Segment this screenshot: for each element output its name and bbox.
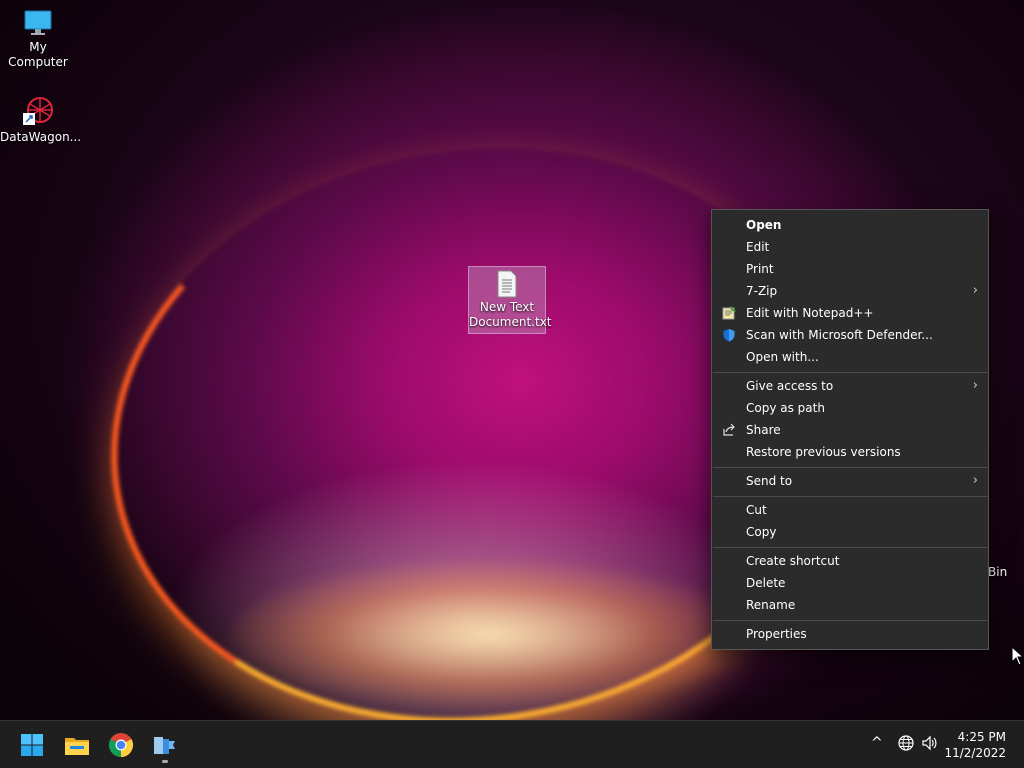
menu-item-edit[interactable]: Edit — [712, 236, 988, 258]
start-icon — [21, 734, 43, 756]
desktop-icon-label-line2: Document.txt — [469, 315, 552, 329]
menu-item-label: Delete — [746, 576, 786, 590]
menu-item-label: Open with... — [746, 350, 819, 364]
menu-item-label: Scan with Microsoft Defender... — [746, 328, 933, 342]
menu-separator — [713, 372, 989, 373]
file-explorer-icon — [65, 738, 89, 755]
menu-item-label: Give access to — [746, 379, 834, 393]
menu-separator — [713, 547, 989, 548]
defender-shield-icon — [723, 329, 735, 342]
start-button[interactable] — [16, 729, 48, 761]
volume-icon[interactable] — [921, 735, 939, 751]
menu-item-create-shortcut[interactable]: Create shortcut — [712, 550, 988, 572]
menu-item-label: Copy — [746, 525, 777, 539]
menu-item-7zip[interactable]: 7-Zip › — [712, 280, 988, 302]
menu-item-label: Share — [746, 423, 781, 437]
menu-item-cut[interactable]: Cut — [712, 499, 988, 521]
chevron-right-icon: › — [972, 283, 978, 298]
recycle-bin-label[interactable]: Bin — [988, 565, 1007, 579]
taskbar-file-explorer[interactable] — [61, 729, 93, 761]
running-indicator — [162, 760, 168, 763]
menu-separator — [713, 620, 989, 621]
menu-item-properties[interactable]: Properties — [712, 623, 988, 645]
text-file-icon — [497, 270, 517, 298]
menu-item-copy-as-path[interactable]: Copy as path — [712, 397, 988, 419]
menu-item-label: Cut — [746, 503, 767, 517]
menu-item-copy[interactable]: Copy — [712, 521, 988, 543]
taskbar-server-manager[interactable] — [149, 729, 181, 763]
menu-item-label: Rename — [746, 598, 796, 612]
menu-item-label: Copy as path — [746, 401, 825, 415]
chevron-right-icon: › — [972, 378, 978, 393]
desktop-icon-new-text-document[interactable]: New Text Document.txt — [468, 266, 552, 334]
menu-item-label: Print — [746, 262, 774, 276]
menu-item-open[interactable]: Open — [712, 214, 988, 236]
share-icon — [723, 423, 735, 436]
menu-item-label: 7-Zip — [746, 284, 778, 298]
monitor-icon — [24, 10, 52, 35]
datawagon-shortcut-icon — [23, 97, 53, 125]
chrome-icon — [108, 733, 134, 757]
desktop-icon-label-line1: New Text — [479, 300, 535, 314]
menu-item-label: Properties — [746, 627, 807, 641]
taskbar-clock[interactable]: 4:25 PM 11/2/2022 — [944, 729, 1006, 761]
menu-item-scan-defender[interactable]: Scan with Microsoft Defender... — [712, 324, 988, 346]
menu-item-label: Restore previous versions — [746, 445, 901, 459]
show-hidden-icons-chevron[interactable]: ^ — [871, 735, 883, 751]
mouse-cursor-icon — [1011, 646, 1024, 666]
menu-item-label: Open — [746, 218, 782, 232]
menu-item-delete[interactable]: Delete — [712, 572, 988, 594]
menu-item-rename[interactable]: Rename — [712, 594, 988, 616]
clock-time: 4:25 PM — [957, 730, 1006, 744]
menu-item-send-to[interactable]: Send to › — [712, 470, 988, 492]
menu-separator — [713, 467, 989, 468]
desktop-icon-datawagon[interactable]: DataWagon... — [0, 96, 82, 145]
taskbar-chrome[interactable] — [105, 729, 137, 761]
menu-item-share[interactable]: Share — [712, 419, 988, 441]
server-manager-icon — [154, 737, 175, 754]
menu-item-edit-with-notepadpp[interactable]: Edit with Notepad++ — [712, 302, 988, 324]
menu-item-restore-previous-versions[interactable]: Restore previous versions — [712, 441, 988, 463]
menu-separator — [713, 496, 989, 497]
globe-network-icon[interactable] — [898, 735, 914, 751]
menu-item-label: Send to — [746, 474, 793, 488]
desktop-icon-my-computer[interactable]: My Computer — [0, 8, 76, 70]
menu-item-label: Edit — [746, 240, 770, 254]
menu-item-open-with[interactable]: Open with... — [712, 346, 988, 368]
clock-date: 11/2/2022 — [944, 746, 1006, 760]
menu-item-give-access-to[interactable]: Give access to › — [712, 375, 988, 397]
wallpaper-glow — [230, 560, 750, 710]
menu-item-label: Edit with Notepad++ — [746, 306, 874, 320]
chevron-right-icon: › — [972, 473, 978, 488]
menu-item-print[interactable]: Print — [712, 258, 988, 280]
menu-item-label: Create shortcut — [746, 554, 840, 568]
notepadpp-icon — [722, 306, 736, 320]
desktop-icon-label: DataWagon... — [0, 130, 82, 144]
desktop-icon-label: My Computer — [8, 40, 68, 69]
context-menu: Open Edit Print 7-Zip › Edit with Notepa… — [711, 209, 989, 650]
taskbar: ^ 4:25 PM 11/2/2022 — [0, 720, 1024, 768]
